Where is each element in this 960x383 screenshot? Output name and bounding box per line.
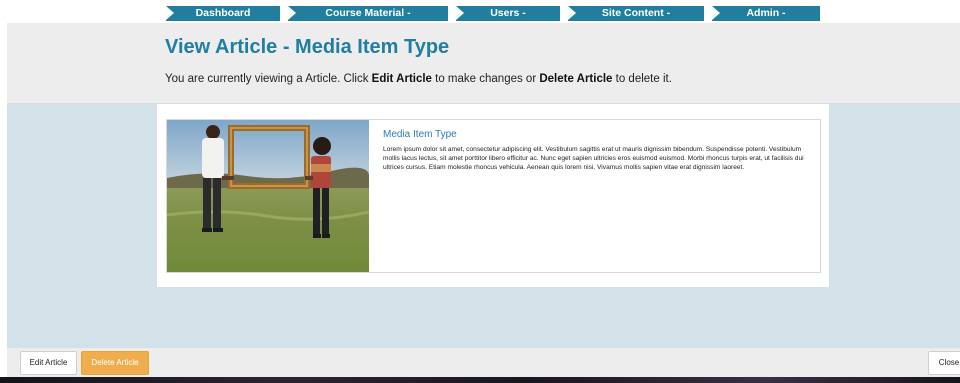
intro-text: You are currently viewing a Article. Cli… bbox=[165, 73, 672, 85]
nav-course-material[interactable]: Course Material - bbox=[288, 6, 448, 21]
intro-prefix: You are currently viewing a Article. Cli… bbox=[165, 73, 372, 85]
nav-admin-label: Admin - bbox=[746, 7, 786, 19]
action-bar: Edit Article Delete Article Close bbox=[7, 348, 960, 377]
intro-suffix: to delete it. bbox=[612, 73, 672, 85]
nav-site-content-label: Site Content - bbox=[601, 7, 671, 19]
intro-delete-article: Delete Article bbox=[539, 73, 613, 85]
article-panel: Media Item Type Lorem ipsum dolor sit am… bbox=[157, 104, 829, 287]
nav-dashboard[interactable]: Dashboard bbox=[166, 6, 280, 21]
nav-site-content[interactable]: Site Content - bbox=[568, 6, 704, 21]
nav-users[interactable]: Users - bbox=[456, 6, 560, 21]
nav-arrow-icon bbox=[166, 6, 174, 20]
edit-article-button[interactable]: Edit Article bbox=[20, 351, 77, 375]
top-nav: Dashboard Course Material - Users - Site… bbox=[166, 6, 820, 21]
main-area: Media Item Type Lorem ipsum dolor sit am… bbox=[7, 104, 960, 348]
nav-users-label: Users - bbox=[490, 7, 526, 19]
article-body: Lorem ipsum dolor sit amet, consectetur … bbox=[383, 146, 804, 172]
article-card: Media Item Type Lorem ipsum dolor sit am… bbox=[166, 119, 821, 273]
nav-arrow-icon bbox=[568, 6, 576, 20]
nav-arrow-icon bbox=[288, 6, 296, 20]
page-header: View Article - Media Item Type You are c… bbox=[7, 23, 960, 104]
photo-icon bbox=[167, 120, 369, 272]
nav-dashboard-label: Dashboard bbox=[195, 7, 251, 19]
article-image bbox=[167, 120, 369, 272]
taskbar-strip bbox=[0, 377, 960, 383]
delete-article-button[interactable]: Delete Article bbox=[81, 351, 149, 375]
article-title: Media Item Type bbox=[383, 129, 457, 140]
close-button[interactable]: Close bbox=[928, 351, 960, 375]
intro-edit-article: Edit Article bbox=[371, 73, 432, 85]
nav-arrow-icon bbox=[456, 6, 464, 20]
intro-middle: to make changes or bbox=[431, 73, 540, 85]
nav-admin[interactable]: Admin - bbox=[712, 6, 820, 21]
page-title: View Article - Media Item Type bbox=[165, 36, 450, 58]
nav-arrow-icon bbox=[712, 6, 720, 20]
nav-course-material-label: Course Material - bbox=[325, 7, 411, 19]
